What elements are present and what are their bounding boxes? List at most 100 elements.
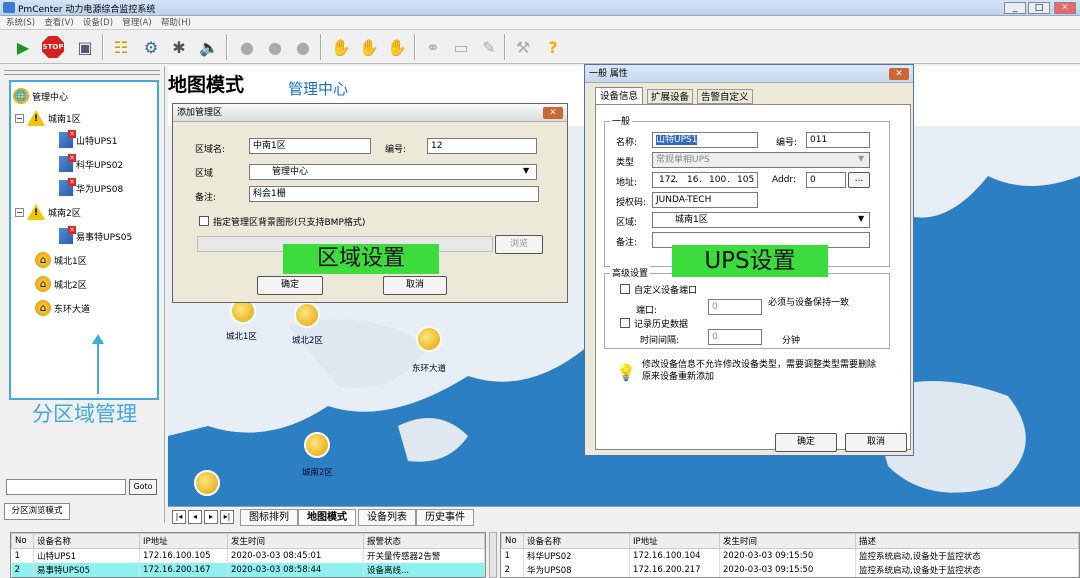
tree-node-root[interactable]: 🌐 管理中心 <box>13 88 68 104</box>
interval-stepper[interactable]: 0 <box>708 329 762 345</box>
addr-more-button[interactable]: ... <box>848 172 870 188</box>
tree-node-ups1[interactable]: ✕ 山特UPS1 <box>59 130 117 148</box>
col-header[interactable]: 设备名称 <box>523 533 630 549</box>
tree-node-ups2[interactable]: ✕ 科华UPS02 <box>59 154 123 172</box>
cell: 2020-03-03 08:45:01 <box>227 548 364 563</box>
col-header[interactable]: 设备名称 <box>33 533 140 549</box>
zone-note-field[interactable]: 科会1栅 <box>249 186 539 202</box>
goto-button[interactable]: Goto <box>129 479 157 495</box>
col-header[interactable]: 发生时间 <box>719 533 856 549</box>
zone-area-select[interactable]: 管理中心 <box>249 164 537 180</box>
tree-node-zone2[interactable]: −! 城南2区 <box>15 204 81 220</box>
menu-help[interactable]: 帮助(H) <box>161 16 191 30</box>
addr-field[interactable]: 0 <box>806 172 846 188</box>
tab-map-mode[interactable]: 地图模式 <box>298 509 356 526</box>
browse-button[interactable]: 浏览 <box>495 235 543 254</box>
menu-system[interactable]: 系统(S) <box>6 16 35 30</box>
window-title: PmCenter 动力电源综合监控系统 <box>18 5 156 15</box>
minimize-button[interactable]: _ <box>1004 2 1026 14</box>
ups-name-label: 名称: <box>616 138 638 148</box>
custom-port-checkbox[interactable] <box>620 284 630 294</box>
cancel-button[interactable]: 取消 <box>845 433 907 452</box>
menu-device[interactable]: 设备(D) <box>83 16 113 30</box>
speaker-icon[interactable]: 🔈 <box>196 34 222 60</box>
chat-icon[interactable]: ● <box>234 34 260 60</box>
tree-node-zone1[interactable]: −! 城南1区 <box>15 110 81 126</box>
table-row[interactable]: 1 山特UPS1 172.16.100.105 2020-03-03 08:45:01… <box>11 548 485 563</box>
tree-node-zone5[interactable]: ⌂ 东环大道 <box>35 300 90 316</box>
tab-device-list[interactable]: 设备列表 <box>358 509 416 526</box>
device-icon[interactable]: ⚙ <box>138 34 164 60</box>
panel-grip[interactable] <box>4 70 160 75</box>
tab-device-info[interactable]: 设备信息 <box>595 87 644 104</box>
help-icon[interactable]: ? <box>540 34 566 60</box>
col-header[interactable]: No <box>11 533 34 549</box>
tab-extension-device[interactable]: 扩展设备 <box>647 89 694 104</box>
save-icon[interactable]: ▣ <box>72 34 98 60</box>
tree-node-ups4[interactable]: ✕ 易事特UPS05 <box>59 226 132 244</box>
ups-name-field[interactable]: 山特UPS1 <box>652 132 758 148</box>
stop-icon[interactable]: STOP <box>42 36 64 58</box>
map-zone-icon[interactable] <box>416 326 442 352</box>
col-header[interactable]: 发生时间 <box>227 533 364 549</box>
maximize-button[interactable]: □ <box>1028 2 1050 14</box>
tree-node-ups3[interactable]: ✕ 华为UPS08 <box>59 178 123 196</box>
table-row-selected[interactable]: 2 易事特UPS05 172.16.200.167 2020-03-03 08:58:… <box>11 563 485 577</box>
background-checkbox[interactable] <box>199 216 209 226</box>
tools-icon[interactable]: ⚒ <box>510 34 536 60</box>
tree-icon[interactable]: ☷ <box>108 34 134 60</box>
col-header[interactable]: 报警状态 <box>363 533 485 549</box>
hand-icon[interactable]: ✋ <box>328 34 354 60</box>
menu-manage[interactable]: 管理(A) <box>122 16 151 30</box>
close-icon[interactable]: ✕ <box>543 107 563 119</box>
col-header[interactable]: IP地址 <box>629 533 720 549</box>
config-icon[interactable]: ✱ <box>166 34 192 60</box>
tab-zone-browse[interactable]: 分区浏览模式 <box>4 503 70 520</box>
ok-button[interactable]: 确定 <box>257 276 323 295</box>
chat-icon[interactable]: ● <box>290 34 316 60</box>
ip-address-field[interactable]: 172. 16. 100. 105 <box>652 172 758 188</box>
goto-input[interactable] <box>6 479 126 495</box>
last-page-icon[interactable]: ▸| <box>220 510 234 524</box>
play-icon[interactable]: ▶ <box>10 34 36 60</box>
splitter[interactable] <box>489 532 497 578</box>
history-checkbox[interactable] <box>620 318 630 328</box>
zone-number-field[interactable]: 12 <box>427 138 537 154</box>
collapse-icon[interactable]: − <box>15 113 24 123</box>
first-page-icon[interactable]: |◂ <box>172 510 186 524</box>
tree-node-zone4[interactable]: ⌂ 城北2区 <box>35 276 87 292</box>
history-label: 记录历史数据 <box>634 320 689 330</box>
close-icon[interactable]: ✕ <box>889 68 909 80</box>
tab-alarm-custom[interactable]: 告警自定义 <box>697 89 753 104</box>
hand-icon[interactable]: ✋ <box>384 34 410 60</box>
ups-type-select[interactable]: 常规单相UPS <box>652 152 870 168</box>
ups-number-field[interactable]: 011 <box>806 132 870 148</box>
chat-icon[interactable]: ● <box>262 34 288 60</box>
link-icon[interactable]: ⚭ <box>420 34 446 60</box>
terminal-icon[interactable]: ▭ <box>448 34 474 60</box>
collapse-icon[interactable]: − <box>15 207 24 217</box>
cancel-button[interactable]: 取消 <box>383 276 447 295</box>
map-zone-icon[interactable] <box>294 302 320 328</box>
tree-node-zone3[interactable]: ⌂ 城北1区 <box>35 252 87 268</box>
tab-history-events[interactable]: 历史事件 <box>416 509 474 526</box>
col-header[interactable]: No <box>501 533 524 549</box>
col-header[interactable]: 描述 <box>855 533 1079 549</box>
next-page-icon[interactable]: ▸ <box>204 510 218 524</box>
zone-name-field[interactable]: 中南1区 <box>249 138 371 154</box>
prev-page-icon[interactable]: ◂ <box>188 510 202 524</box>
auth-code-field[interactable]: JUNDA-TECH <box>652 192 758 208</box>
edit-icon[interactable]: ✎ <box>476 34 502 60</box>
menu-view[interactable]: 查看(V) <box>44 16 73 30</box>
ups-area-select[interactable]: 城南1区 <box>652 212 870 228</box>
map-warning-icon[interactable] <box>194 470 220 496</box>
map-warning-icon[interactable] <box>304 432 330 458</box>
port-field[interactable]: 0 <box>708 299 762 315</box>
hand-icon[interactable]: ✋ <box>356 34 382 60</box>
close-button[interactable]: ✕ <box>1054 2 1076 14</box>
table-row[interactable]: 2 华为UPS08 172.16.200.217 2020-03-03 09:15:5… <box>501 563 1079 577</box>
table-row[interactable]: 1 科华UPS02 172.16.100.104 2020-03-03 09:15:5… <box>501 548 1079 563</box>
col-header[interactable]: IP地址 <box>139 533 228 549</box>
tab-icon-arrange[interactable]: 图标排列 <box>240 509 298 526</box>
ok-button[interactable]: 确定 <box>775 433 837 452</box>
